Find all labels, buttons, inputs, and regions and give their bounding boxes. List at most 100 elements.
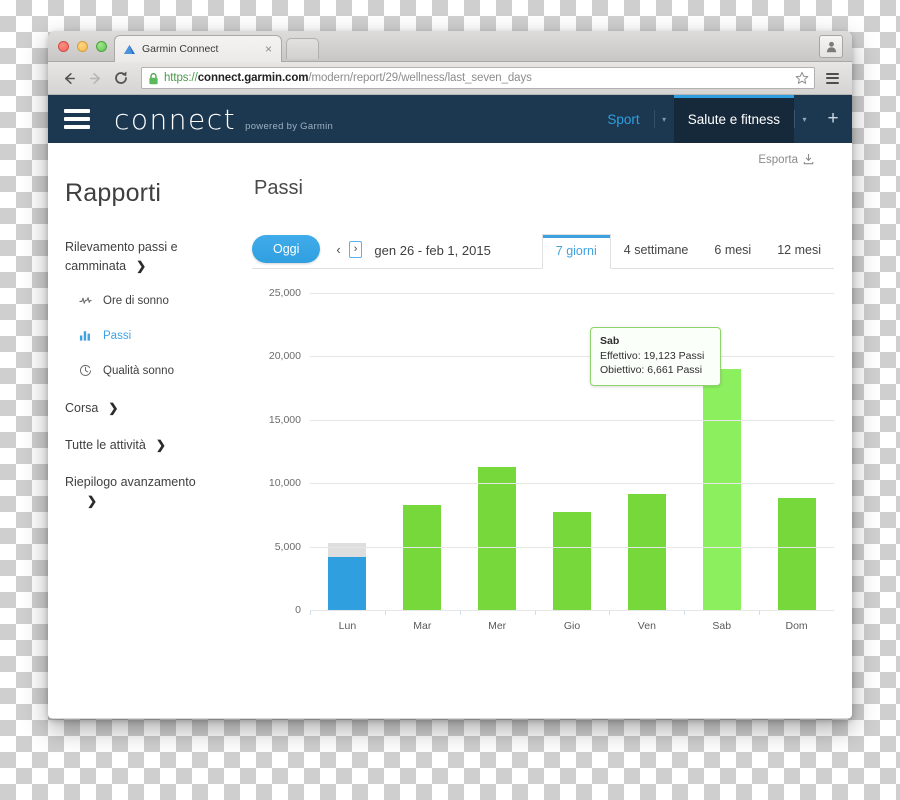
chart-plot-area: Lun Mar Mer Gio Ven Sab Dom 0 5,000 10,000 15,000… — [269, 287, 834, 632]
chevron-right-icon: ❯ — [136, 259, 147, 273]
date-nav: ‹ › — [336, 241, 363, 258]
address-bar[interactable]: https://connect.garmin.com/modern/report… — [141, 67, 815, 89]
close-window-button[interactable] — [58, 41, 69, 52]
hamburger-menu-icon[interactable] — [64, 109, 90, 129]
sidebar-item-label: Ore di sonno — [103, 294, 169, 307]
chart-bar[interactable] — [553, 512, 591, 611]
x-axis-tick — [759, 611, 761, 615]
tooltip-actual: Effettivo: 19,123 Passi — [600, 350, 705, 362]
x-axis-tick — [459, 611, 461, 615]
close-icon[interactable]: × — [262, 43, 275, 55]
main-panel: Passi Oggi ‹ › gen 26 - feb 1, 2015 7 gi… — [236, 177, 852, 639]
url-scheme: https:// — [164, 72, 198, 84]
tooltip-goal: Obiettivo: 6,661 Passi — [600, 364, 703, 376]
chart-bar-actual-segment — [702, 368, 741, 611]
sidebar-item-label: Passi — [103, 329, 132, 342]
back-icon[interactable] — [57, 66, 81, 90]
sidebar-group-label: Corsa — [65, 401, 99, 415]
clock-icon — [79, 364, 92, 377]
web-page-content: connect powered by Garmin Sport ▾ Salute… — [48, 95, 852, 718]
sidebar-item-passi[interactable]: Passi — [79, 329, 236, 342]
gridline: 10,000 — [269, 477, 834, 489]
user-avatar-icon[interactable] — [819, 35, 843, 58]
browser-toolbar: https://connect.garmin.com/modern/report… — [48, 62, 852, 95]
export-download-icon — [803, 153, 814, 168]
y-axis-tick-label: 0 — [295, 604, 301, 616]
chevron-right-icon: ❯ — [108, 401, 119, 415]
chart-bar-actual-segment — [478, 467, 517, 611]
export-label: Esporta — [758, 154, 798, 166]
y-axis-tick-label: 25,000 — [268, 287, 301, 299]
reload-icon[interactable] — [109, 66, 133, 90]
previous-period-button[interactable]: ‹ — [336, 242, 340, 257]
hamburger-menu-icon[interactable] — [821, 67, 843, 89]
page-body: Rapporti Rilevamento passi e camminata ❯ … — [48, 177, 852, 639]
gridline: 15,000 — [269, 414, 834, 426]
today-button[interactable]: Oggi — [252, 235, 321, 263]
app-logo[interactable]: connect powered by Garmin — [114, 103, 333, 136]
chart-bars: Lun Mar Mer Gio Ven Sab Dom — [310, 294, 834, 632]
minimize-window-button[interactable] — [77, 41, 88, 52]
sidebar-group-riepilogo-avanzamento[interactable]: Riepilogo avanzamento ❯ — [65, 473, 236, 511]
x-axis-tick — [534, 611, 536, 615]
sidebar-group-corsa[interactable]: Corsa ❯ — [65, 399, 236, 418]
chart-bar[interactable] — [702, 368, 741, 611]
tab-6-mesi[interactable]: 6 mesi — [701, 234, 764, 268]
nav-item-sport[interactable]: Sport — [593, 95, 653, 143]
x-axis-tick-label: Lun — [338, 620, 357, 632]
chevron-down-icon[interactable]: ▾ — [653, 110, 674, 128]
y-axis-tick-label: 10,000 — [268, 477, 301, 490]
url-path: /modern/report/29/wellness/last_seven_da… — [308, 72, 532, 84]
y-axis-tick-label: 15,000 — [268, 413, 301, 426]
star-icon[interactable] — [793, 70, 810, 87]
chevron-down-icon[interactable]: ▾ — [794, 110, 814, 128]
maximize-window-button[interactable] — [96, 41, 107, 52]
x-axis-tick-label: Mar — [413, 620, 432, 632]
x-axis-tick — [684, 611, 686, 615]
gridline: 20,000 — [269, 350, 834, 362]
chart-bar-group[interactable]: Mar — [384, 294, 460, 632]
add-button[interactable]: + — [814, 95, 852, 143]
date-range-label: gen 26 - feb 1, 2015 — [374, 243, 491, 258]
browser-window: Garmin Connect × https://connect.garmin.… — [48, 31, 852, 719]
tab-7-giorni[interactable]: 7 giorni — [541, 234, 611, 269]
y-axis-tick-label: 20,000 — [268, 350, 301, 363]
sidebar-group-label: Rilevamento passi e camminata — [65, 240, 178, 273]
chart-bar[interactable] — [478, 467, 517, 611]
chart-bar-group[interactable]: Dom — [759, 294, 834, 632]
next-period-button[interactable]: › — [348, 241, 363, 258]
chart-bar-group[interactable]: Mer — [459, 294, 535, 632]
sidebar-item-label: Qualità sonno — [103, 364, 174, 377]
browser-tab-title: Garmin Connect — [142, 43, 219, 55]
chart-bar[interactable] — [403, 504, 442, 611]
tooltip-day: Sab — [600, 335, 620, 347]
garmin-triangle-icon — [123, 43, 136, 56]
sidebar-group-tutte-le-attivita[interactable]: Tutte le attività ❯ — [65, 436, 236, 455]
chart-bar[interactable] — [328, 542, 367, 611]
chart-bar[interactable] — [777, 497, 816, 611]
chart-bar-group[interactable]: Lun — [310, 294, 385, 632]
sidebar-group-rilevamento-passi[interactable]: Rilevamento passi e camminata ❯ — [65, 238, 236, 276]
sidebar-item-ore-di-sonno[interactable]: Ore di sonno — [79, 294, 236, 307]
new-tab-button[interactable] — [286, 38, 319, 59]
chart-bar[interactable] — [627, 494, 666, 611]
export-row: Esporta — [48, 143, 852, 177]
forward-icon[interactable] — [83, 66, 107, 90]
export-button[interactable]: Esporta — [758, 153, 814, 168]
browser-tab-strip: Garmin Connect × — [48, 31, 852, 62]
tab-4-settimane[interactable]: 4 settimane — [611, 234, 702, 268]
pulse-waveform-icon — [79, 294, 92, 307]
window-traffic-lights — [58, 41, 107, 52]
gridline: 25,000 — [269, 287, 834, 299]
chart-bar-actual-segment — [403, 504, 442, 611]
chevron-right-icon: ❯ — [87, 494, 98, 508]
brand-name: connect — [114, 102, 237, 136]
browser-tab[interactable]: Garmin Connect × — [114, 35, 282, 62]
tab-12-mesi[interactable]: 12 mesi — [764, 234, 834, 268]
chevron-right-icon: ❯ — [155, 438, 166, 452]
sidebar-sublist: Ore di sonno Passi Qualità sonno — [65, 294, 236, 377]
nav-item-salute-e-fitness[interactable]: Salute e fitness — [673, 95, 794, 143]
y-axis-tick-label: 5,000 — [274, 540, 301, 553]
gridline: 5,000 — [275, 541, 834, 553]
sidebar-item-qualita-sonno[interactable]: Qualità sonno — [79, 364, 236, 377]
